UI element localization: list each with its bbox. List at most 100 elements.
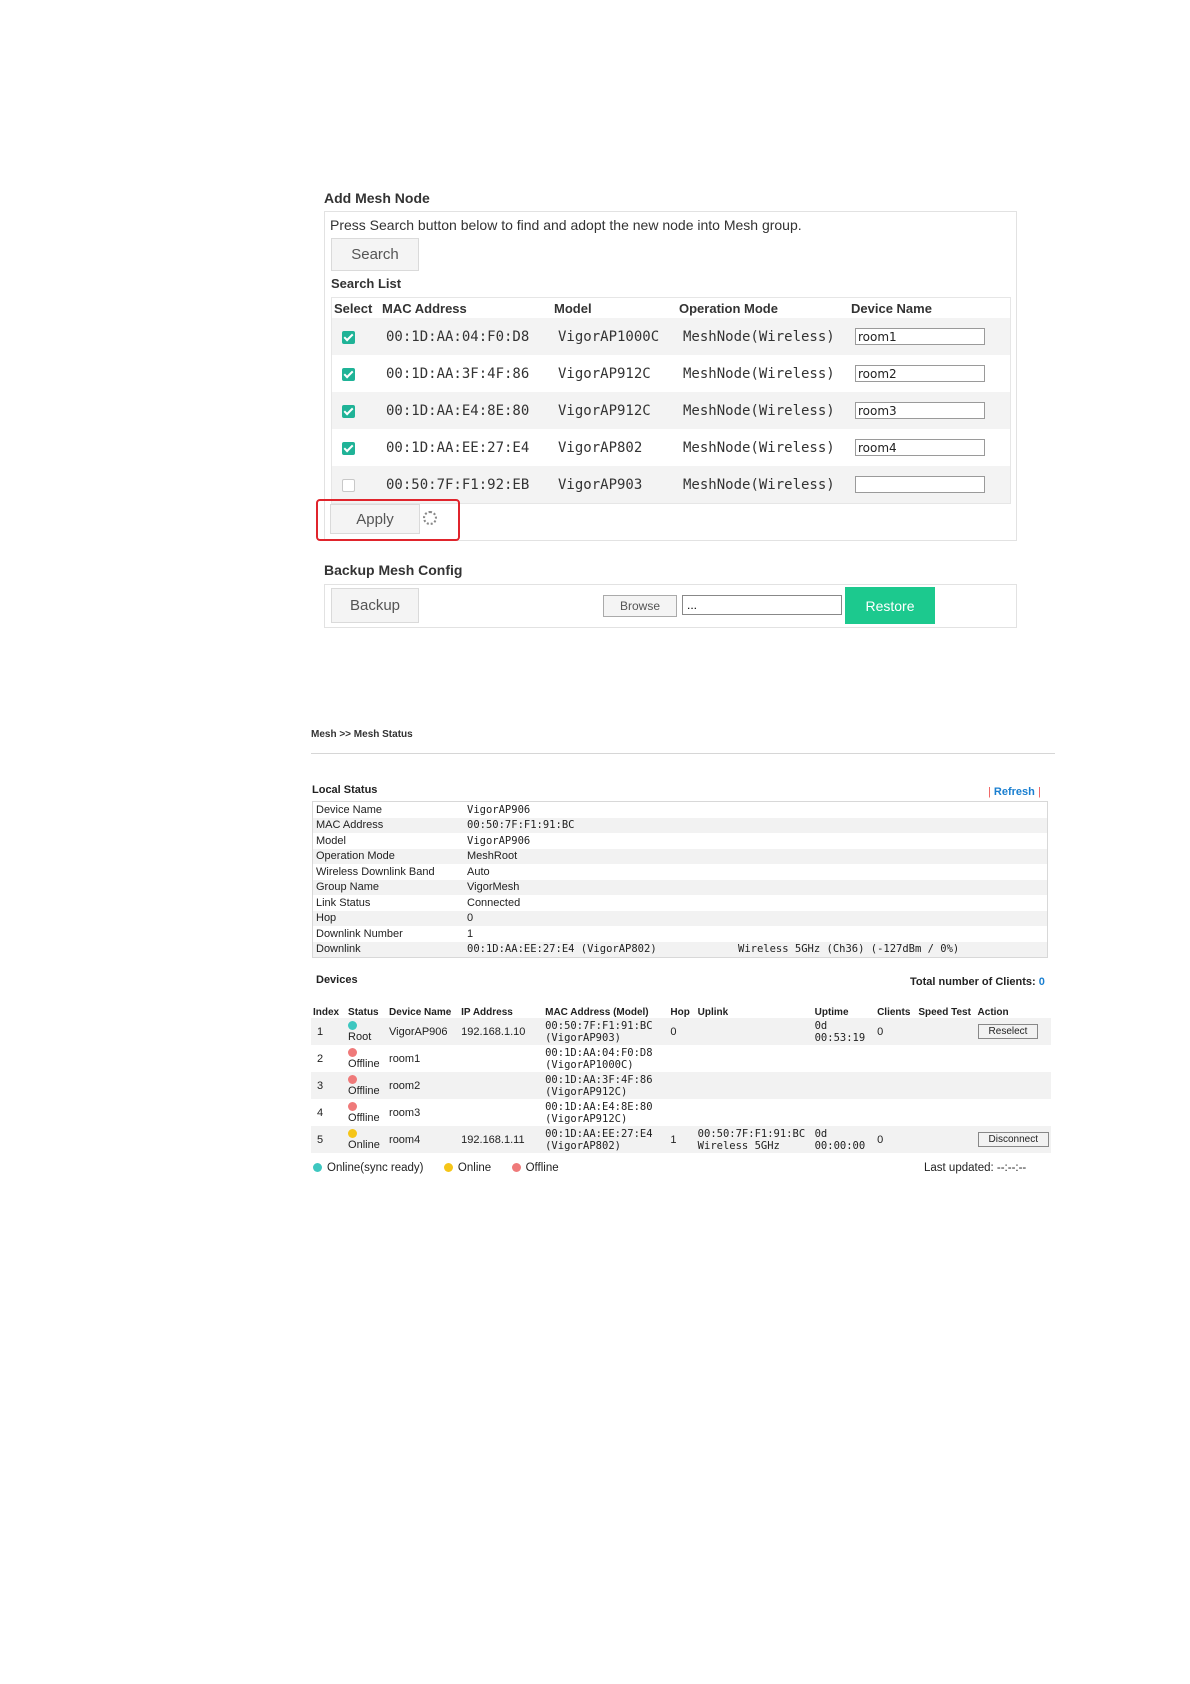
total-clients-value: 0 xyxy=(1038,976,1045,988)
search-row: 00:1D:AA:04:F0:D8 VigorAP1000C MeshNode(… xyxy=(332,318,1010,355)
device-mac: 00:1D:AA:04:F0:D8 xyxy=(545,1046,653,1059)
device-hop xyxy=(668,1045,695,1072)
local-value: MeshRoot xyxy=(464,848,735,864)
apply-button[interactable]: Apply xyxy=(330,504,420,534)
local-status-row: Link Status Connected xyxy=(313,895,1048,911)
select-checkbox[interactable] xyxy=(342,405,355,419)
local-extra xyxy=(735,833,1048,849)
local-label: Device Name xyxy=(316,803,383,816)
status-dot-icon xyxy=(348,1020,358,1030)
search-row: 00:1D:AA:EE:27:E4 VigorAP802 MeshNode(Wi… xyxy=(332,429,1010,466)
legend-dot-icon xyxy=(511,1163,521,1173)
local-value: VigorMesh xyxy=(464,879,735,895)
loading-spinner-icon xyxy=(423,511,437,525)
local-label: MAC Address xyxy=(312,817,464,833)
device-hop xyxy=(668,1099,695,1126)
device-name-input[interactable] xyxy=(855,476,985,494)
local-extra xyxy=(735,879,1048,895)
status-dot-icon xyxy=(348,1047,358,1057)
device-uptime xyxy=(812,1072,876,1099)
device-index: 2 xyxy=(317,1052,324,1065)
reselect-button[interactable]: Reselect xyxy=(977,1024,1039,1039)
col-hop: Hop xyxy=(670,1007,690,1018)
refresh-link[interactable]: Refresh xyxy=(994,786,1035,798)
col-action: Action xyxy=(977,1007,1009,1018)
local-extra xyxy=(735,910,1048,926)
row-mac: 00:1D:AA:3F:4F:86 xyxy=(386,365,530,382)
row-mode: MeshNode(Wireless) xyxy=(683,439,835,456)
devices-title: Devices xyxy=(316,974,358,986)
local-value: Connected xyxy=(467,896,521,909)
local-status-title: Local Status xyxy=(312,784,378,796)
local-value: Auto xyxy=(467,865,490,878)
select-checkbox[interactable] xyxy=(342,442,355,456)
col-index: Index xyxy=(313,1007,340,1018)
status-dot-icon xyxy=(348,1101,358,1111)
device-model: (VigorAP802) xyxy=(545,1139,621,1152)
disconnect-button[interactable]: Disconnect xyxy=(977,1132,1049,1147)
device-hop: 1 xyxy=(668,1126,696,1153)
row-mode: MeshNode(Wireless) xyxy=(677,318,849,355)
device-model: (VigorAP912C) xyxy=(545,1112,628,1125)
backup-panel: Backup Browse Restore xyxy=(324,584,1017,628)
status-dot-icon xyxy=(348,1074,358,1084)
select-checkbox[interactable] xyxy=(342,479,355,493)
local-extra xyxy=(735,848,1048,864)
file-path-input[interactable] xyxy=(682,595,842,615)
local-value: VigorAP906 xyxy=(467,834,531,847)
device-name-input[interactable] xyxy=(855,402,985,420)
row-model: VigorAP802 xyxy=(558,439,643,456)
legend-label: Online(sync ready) xyxy=(327,1162,424,1174)
device-uptime-days: 0d xyxy=(814,1127,828,1140)
local-label: Link Status xyxy=(316,896,371,909)
device-speed-test xyxy=(916,1018,976,1045)
add-mesh-panel: Press Search button below to find and ad… xyxy=(324,211,1017,541)
device-uplink-mac: 00:50:7F:F1:91:BC xyxy=(697,1127,806,1140)
device-speed-test xyxy=(916,1099,975,1126)
row-model: VigorAP912C xyxy=(552,392,677,429)
device-mac: 00:1D:AA:EE:27:E4 xyxy=(545,1127,653,1140)
local-value: 0 xyxy=(464,910,735,926)
device-name-input[interactable] xyxy=(855,439,985,457)
local-label: Downlink Number xyxy=(316,927,403,940)
row-model: VigorAP1000C xyxy=(552,318,677,355)
device-uplink-band: Wireless 5GHz xyxy=(697,1139,780,1152)
device-model: (VigorAP912C) xyxy=(545,1085,628,1098)
col-mac: MAC Address xyxy=(382,300,467,316)
local-status-row: Hop 0 xyxy=(312,910,1048,926)
col-mac-model: MAC Address (Model) xyxy=(545,1007,649,1018)
row-mac: 00:1D:AA:EE:27:E4 xyxy=(386,439,530,456)
local-extra xyxy=(735,817,1048,833)
row-mac: 00:1D:AA:04:F0:D8 xyxy=(380,318,552,355)
device-action xyxy=(976,1099,1051,1126)
device-speed-test xyxy=(916,1126,976,1153)
select-checkbox[interactable] xyxy=(342,331,355,345)
backup-button[interactable]: Backup xyxy=(331,588,419,623)
legend-dot-icon xyxy=(443,1163,453,1173)
device-clients: 0 xyxy=(875,1018,917,1045)
status-dot-icon xyxy=(348,1128,358,1138)
local-status-row: Wireless Downlink Band Auto xyxy=(313,864,1048,880)
legend-label: Online xyxy=(457,1162,492,1174)
local-value: 00:1D:AA:EE:27:E4 (VigorAP802) xyxy=(464,941,735,958)
browse-button[interactable]: Browse xyxy=(603,595,677,617)
row-mode: MeshNode(Wireless) xyxy=(677,392,849,429)
select-checkbox[interactable] xyxy=(342,368,355,382)
local-extra xyxy=(735,802,1048,818)
legend-label: Offline xyxy=(525,1162,559,1174)
device-clients xyxy=(875,1099,916,1126)
device-index: 1 xyxy=(311,1018,347,1045)
local-status-row: Downlink 00:1D:AA:EE:27:E4 (VigorAP802) … xyxy=(312,941,1048,958)
device-name-input[interactable] xyxy=(855,328,985,346)
local-status-row: Model VigorAP906 xyxy=(313,833,1048,849)
search-button[interactable]: Search xyxy=(331,238,419,271)
device-name-input[interactable] xyxy=(855,365,985,383)
device-ip: 192.168.1.10 xyxy=(459,1018,544,1045)
restore-button[interactable]: Restore xyxy=(845,587,935,624)
device-uplink xyxy=(695,1072,813,1099)
status-legend: Online(sync ready) Online Offline xyxy=(313,1162,559,1174)
local-value: 1 xyxy=(467,927,474,940)
device-uplink xyxy=(696,1045,813,1072)
local-label: Hop xyxy=(312,910,464,926)
device-clients: 0 xyxy=(875,1126,917,1153)
